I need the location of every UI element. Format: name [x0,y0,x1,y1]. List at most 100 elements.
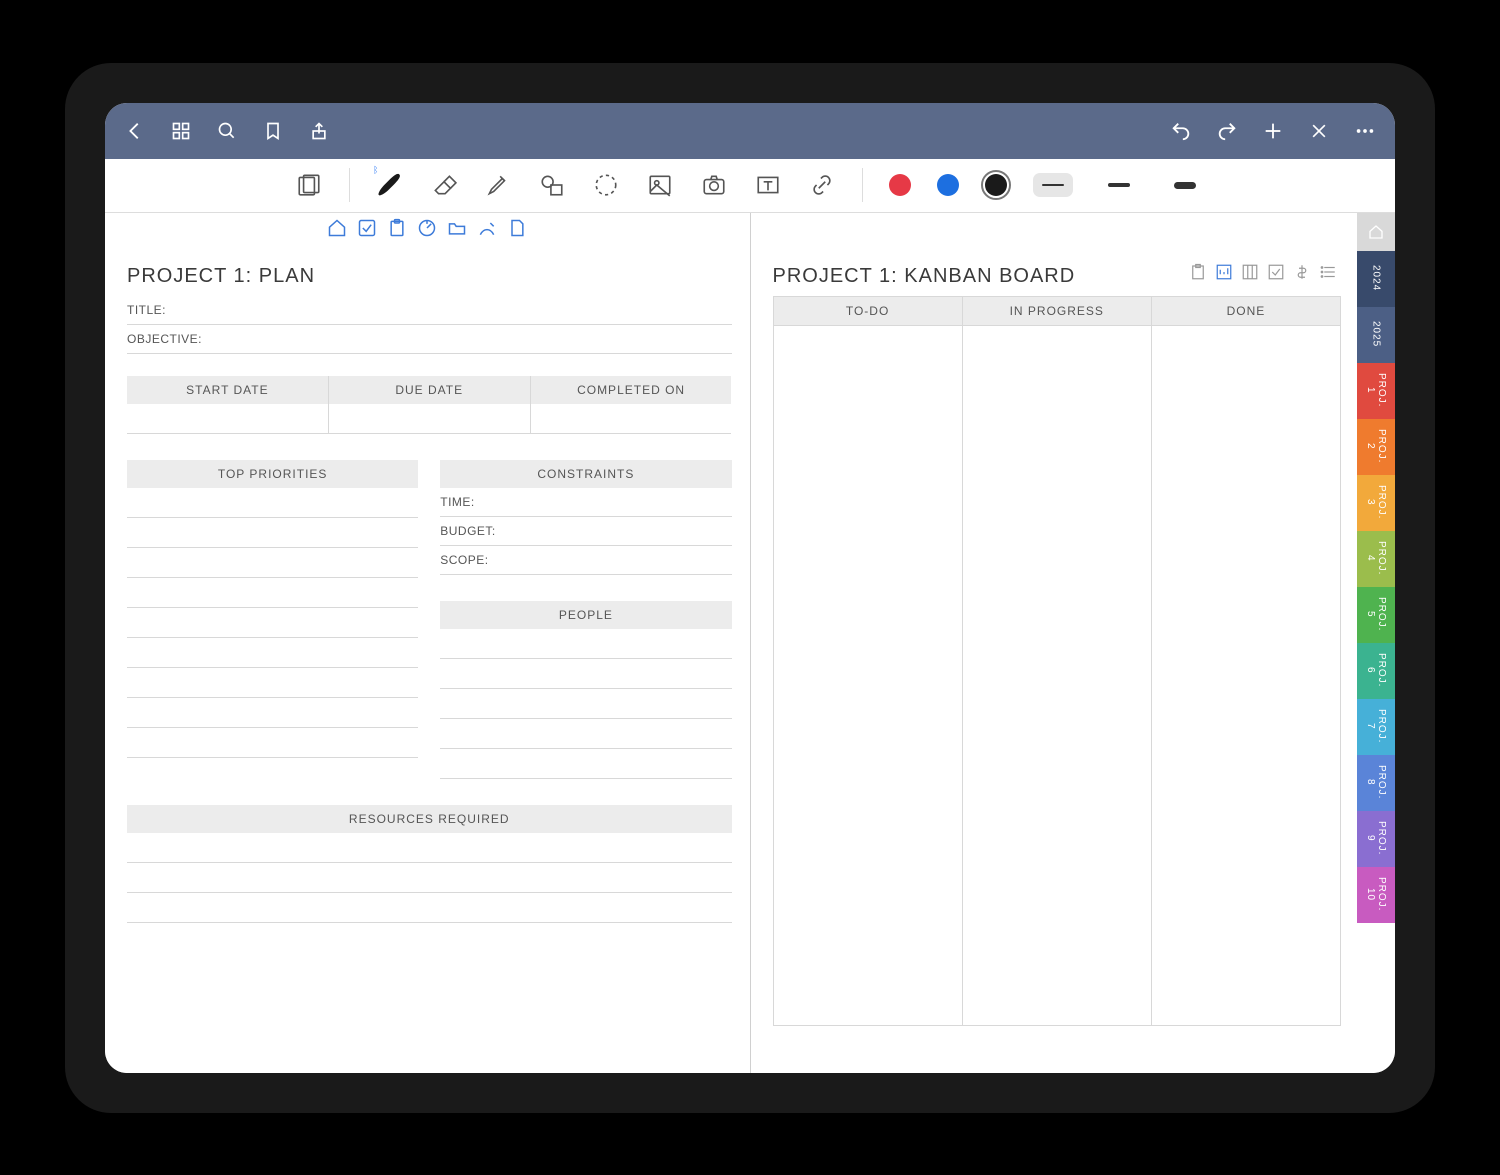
priorities-section: TOP PRIORITIES [127,460,418,779]
side-tab-2025[interactable]: 2025 [1357,307,1395,363]
kanban-col-done[interactable]: DONE [1151,297,1340,1025]
image-tool-icon[interactable] [646,171,674,199]
priority-row[interactable] [127,638,418,668]
start-date-header: START DATE [127,376,328,404]
priority-row[interactable] [127,488,418,518]
resource-row[interactable] [127,863,732,893]
priority-row[interactable] [127,548,418,578]
undo-icon[interactable] [1169,119,1193,143]
completed-on-cell[interactable] [531,404,732,434]
back-icon[interactable] [123,119,147,143]
people-row[interactable] [440,719,731,749]
kanban-dollar-icon[interactable] [1293,263,1311,281]
search-icon[interactable] [215,119,239,143]
more-icon[interactable] [1353,119,1377,143]
side-tab-home[interactable] [1357,213,1395,251]
due-date-cell[interactable] [329,404,530,434]
side-tab-proj-4[interactable]: PROJ. 4 [1357,531,1395,587]
priority-row[interactable] [127,668,418,698]
shapes-tool-icon[interactable] [538,171,566,199]
add-icon[interactable] [1261,119,1285,143]
nav-home-icon[interactable] [327,218,347,238]
due-date-header: DUE DATE [329,376,530,404]
start-date-cell[interactable] [127,404,328,434]
priority-row[interactable] [127,608,418,638]
color-swatch-black[interactable] [985,174,1007,196]
field-objective[interactable]: OBJECTIVE: [127,325,732,354]
nav-clipboard-icon[interactable] [387,218,407,238]
page-nav-icons [105,213,750,243]
kanban-check-icon[interactable] [1267,263,1285,281]
close-icon[interactable] [1307,119,1331,143]
bluetooth-indicator-icon: ᛒ [373,165,378,175]
people-row[interactable] [440,629,731,659]
people-row[interactable] [440,749,731,779]
pen-tool-icon[interactable]: ᛒ [376,171,404,199]
left-page-title: PROJECT 1: PLAN [127,265,732,288]
constraint-time[interactable]: TIME: [440,488,731,517]
eraser-tool-icon[interactable] [430,171,458,199]
kanban-col-todo[interactable]: TO-DO [774,297,962,1025]
side-tabs: 20242025PROJ. 1PROJ. 2PROJ. 3PROJ. 4PROJ… [1357,213,1395,1073]
priority-row[interactable] [127,518,418,548]
people-row[interactable] [440,659,731,689]
nav-goal-icon[interactable] [417,218,437,238]
field-title[interactable]: TITLE: [127,296,732,325]
highlighter-tool-icon[interactable] [484,171,512,199]
read-mode-icon[interactable] [295,171,323,199]
nav-draw-icon[interactable] [477,218,497,238]
constraint-scope[interactable]: SCOPE: [440,546,731,575]
redo-icon[interactable] [1215,119,1239,143]
link-tool-icon[interactable] [808,171,836,199]
side-tab-proj-7[interactable]: PROJ. 7 [1357,699,1395,755]
constraint-budget[interactable]: BUDGET: [440,517,731,546]
kanban-col-in-progress[interactable]: IN PROGRESS [962,297,1151,1025]
stroke-medium[interactable] [1099,173,1139,197]
side-tab-proj-6[interactable]: PROJ. 6 [1357,643,1395,699]
side-tab-proj-10[interactable]: PROJ. 10 [1357,867,1395,923]
app-screen: ᛒ [105,103,1395,1073]
grid-icon[interactable] [169,119,193,143]
kanban-head-done: DONE [1152,297,1340,326]
resources-header: RESOURCES REQUIRED [127,805,732,833]
stroke-thin[interactable] [1033,173,1073,197]
camera-tool-icon[interactable] [700,171,728,199]
nav-folder-icon[interactable] [447,218,467,238]
left-page: PROJECT 1: PLAN TITLE: OBJECTIVE: START … [105,213,750,1073]
priority-row[interactable] [127,728,418,758]
side-tab-proj-1[interactable]: PROJ. 1 [1357,363,1395,419]
resource-row[interactable] [127,833,732,863]
side-tab-proj-2[interactable]: PROJ. 2 [1357,419,1395,475]
people-row[interactable] [440,689,731,719]
priority-row[interactable] [127,578,418,608]
app-topbar [105,103,1395,159]
resource-row[interactable] [127,893,732,923]
side-tab-proj-5[interactable]: PROJ. 5 [1357,587,1395,643]
text-tool-icon[interactable] [754,171,782,199]
color-swatch-blue[interactable] [937,174,959,196]
kanban-chart-icon[interactable] [1215,263,1233,281]
kanban-clipboard-icon[interactable] [1189,263,1207,281]
constraints-header: CONSTRAINTS [440,460,731,488]
side-tab-2024[interactable]: 2024 [1357,251,1395,307]
people-section: PEOPLE [440,601,731,779]
color-swatch-red[interactable] [889,174,911,196]
kanban-layout-icon[interactable] [1241,263,1259,281]
constraints-section: CONSTRAINTS TIME: BUDGET: SCOPE: [440,460,731,575]
nav-check-icon[interactable] [357,218,377,238]
kanban-head-todo: TO-DO [774,297,962,326]
kanban-nav-icons [1189,263,1337,281]
nav-page-icon[interactable] [507,218,527,238]
kanban-head-in-progress: IN PROGRESS [963,297,1151,326]
tool-row: ᛒ [105,159,1395,213]
share-icon[interactable] [307,119,331,143]
kanban-list-icon[interactable] [1319,263,1337,281]
side-tab-proj-8[interactable]: PROJ. 8 [1357,755,1395,811]
priority-row[interactable] [127,698,418,728]
side-tab-proj-3[interactable]: PROJ. 3 [1357,475,1395,531]
ipad-frame: ᛒ [65,63,1435,1113]
side-tab-proj-9[interactable]: PROJ. 9 [1357,811,1395,867]
bookmark-icon[interactable] [261,119,285,143]
lasso-tool-icon[interactable] [592,171,620,199]
stroke-thick[interactable] [1165,173,1205,197]
